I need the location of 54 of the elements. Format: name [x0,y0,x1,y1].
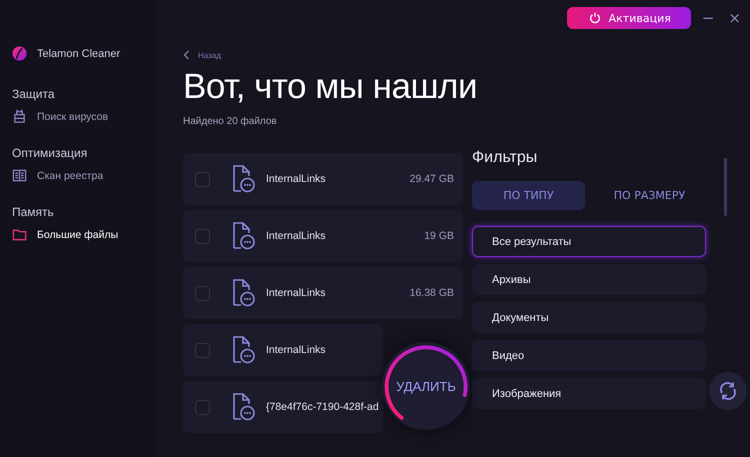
checkbox[interactable] [195,228,210,244]
back-link[interactable]: Назад [183,50,221,60]
scrollbar[interactable] [724,158,727,216]
delete-button[interactable]: УДАЛИТЬ [382,342,470,430]
checkbox[interactable] [195,342,210,358]
file-name: {78e4f76c-7190-428f-ad [266,401,379,413]
file-name: InternalLinks [266,173,327,185]
file-name: InternalLinks [266,344,327,356]
refresh-button[interactable] [709,372,747,410]
filter-item[interactable]: Архивы [472,264,706,295]
app-name: Telamon Cleaner [37,48,120,60]
filter-tab[interactable]: ПО РАЗМЕРУ [593,181,706,210]
section-title: Оптимизация [12,146,88,160]
file-row[interactable]: InternalLinks 16.38 GB [183,267,463,319]
sidebar-item[interactable]: Большие файлы [12,227,155,242]
filter-tab[interactable]: ПО ТИПУ [472,181,585,210]
file-row[interactable]: {78e4f76c-7190-428f-ad [183,381,383,433]
file-size: 29.47 GB [410,173,454,185]
file-size: 16.38 GB [410,287,454,299]
power-icon [588,12,601,24]
close-button[interactable]: × [725,9,744,27]
filter-item[interactable]: Видео [472,340,706,371]
folder-icon [12,227,27,242]
filter-item[interactable]: Изображения [472,378,706,409]
sidebar-item[interactable]: Поиск вирусов [12,109,155,124]
file-icon [232,164,256,194]
minimize-button[interactable]: − [698,9,718,27]
file-icon [232,278,256,308]
checkbox[interactable] [195,400,210,414]
checkbox[interactable] [195,172,210,186]
refresh-icon [718,381,738,401]
filter-item[interactable]: Документы [472,302,706,333]
file-icon [232,221,256,251]
found-count: Найдено 20 файлов [183,116,278,127]
section-title: Защита [12,87,56,101]
file-row[interactable]: InternalLinks 29.47 GB [183,153,463,205]
checkbox[interactable] [195,286,210,300]
file-icon [232,335,256,365]
filter-item[interactable]: Все результаты [472,226,706,257]
file-row[interactable]: InternalLinks [183,324,383,376]
file-row[interactable]: InternalLinks 19 GB [183,210,463,262]
bug-icon [12,109,27,124]
file-name: InternalLinks [266,230,327,242]
file-icon [232,392,256,422]
page-title: Вот, что мы нашли [183,66,478,108]
chevron-icon [183,50,190,60]
book-icon [12,168,27,183]
file-name: InternalLinks [266,287,327,299]
filters-title: Фильтры [472,149,538,167]
section-title: Память [12,205,55,219]
file-size: 19 GB [424,230,454,242]
sidebar-item[interactable]: Скан реестра [12,168,155,183]
logo-icon [12,46,27,61]
activation-button[interactable]: Активация [566,7,691,29]
